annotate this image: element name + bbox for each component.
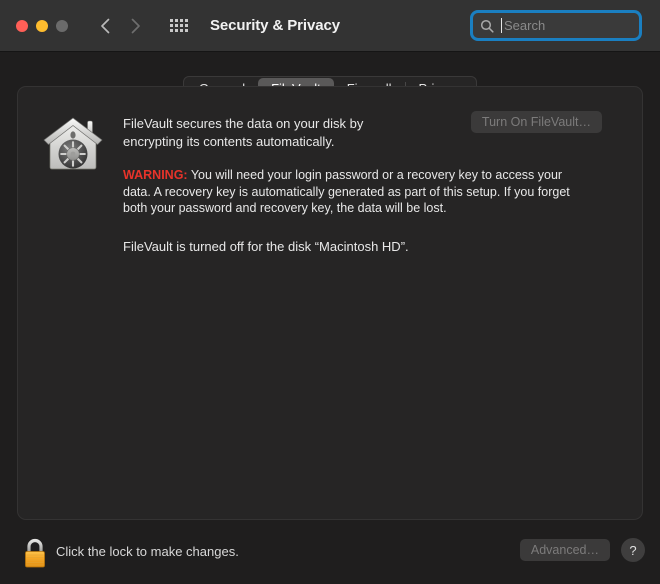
chevron-left-icon bbox=[100, 18, 109, 33]
lock-hint-text: Click the lock to make changes. bbox=[56, 544, 239, 559]
warning-text: You will need your login password or a r… bbox=[123, 168, 570, 215]
chevron-right-icon bbox=[131, 18, 140, 33]
search-field[interactable]: Search bbox=[470, 10, 642, 41]
filevault-house-safe-icon bbox=[43, 117, 103, 170]
navigation-buttons bbox=[92, 13, 148, 39]
close-window-button[interactable] bbox=[16, 19, 28, 32]
show-all-grid-icon bbox=[170, 19, 188, 32]
search-placeholder: Search bbox=[504, 18, 546, 33]
closed-padlock-icon bbox=[25, 538, 45, 568]
system-preferences-window: Security & Privacy Search General FileVa… bbox=[0, 0, 660, 584]
search-field-ring: Search bbox=[470, 10, 642, 41]
filevault-lead-line2: encrypting its contents automatically. bbox=[123, 134, 335, 149]
turn-on-filevault-button[interactable]: Turn On FileVault… bbox=[470, 111, 602, 133]
filevault-lead-line1: FileVault secures the data on your disk … bbox=[123, 116, 364, 131]
forward-button[interactable] bbox=[122, 13, 148, 39]
zoom-window-button[interactable] bbox=[56, 19, 68, 32]
help-button[interactable]: ? bbox=[621, 538, 645, 562]
back-button[interactable] bbox=[92, 13, 118, 39]
preferences-bottom-bar: Click the lock to make changes. Advanced… bbox=[0, 520, 660, 584]
filevault-warning: WARNING: You will need your login passwo… bbox=[123, 167, 578, 217]
show-all-button[interactable] bbox=[166, 13, 192, 39]
filevault-panel: FileVault secures the data on your disk … bbox=[17, 86, 643, 520]
warning-label: WARNING: bbox=[123, 168, 188, 182]
filevault-description: FileVault secures the data on your disk … bbox=[123, 115, 570, 217]
advanced-button[interactable]: Advanced… bbox=[519, 539, 610, 561]
search-text-caret bbox=[501, 18, 502, 33]
filevault-status-text: FileVault is turned off for the disk “Ma… bbox=[123, 239, 409, 254]
window-toolbar: Security & Privacy Search bbox=[0, 0, 660, 52]
minimize-window-button[interactable] bbox=[36, 19, 48, 32]
search-icon bbox=[480, 19, 494, 33]
traffic-lights bbox=[16, 19, 68, 32]
page-title: Security & Privacy bbox=[210, 17, 340, 34]
lock-button[interactable] bbox=[19, 536, 51, 570]
